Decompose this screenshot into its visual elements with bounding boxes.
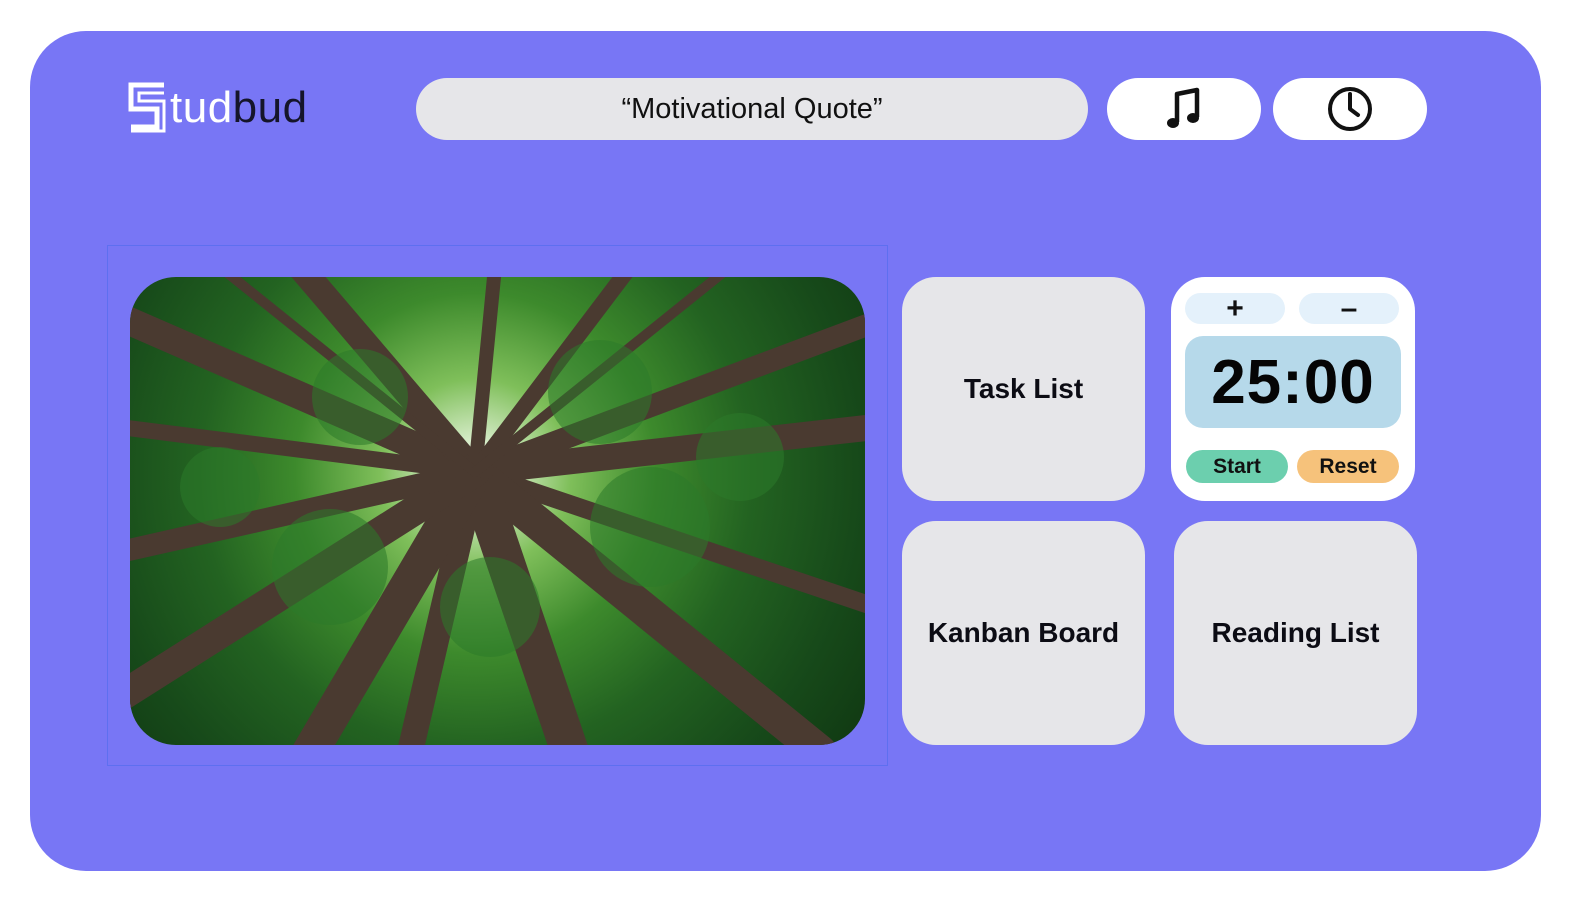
reading-list-label: Reading List	[1211, 617, 1380, 648]
logo-text-light: tud	[170, 83, 233, 132]
music-button[interactable]	[1107, 78, 1261, 140]
logo-wordmark: tudbud	[170, 86, 308, 130]
studbud-logo[interactable]: tudbud	[128, 80, 308, 136]
plus-icon: +	[1226, 291, 1244, 325]
reset-button[interactable]: Reset	[1297, 450, 1399, 483]
studbud-s-logo-icon	[128, 82, 166, 133]
timer-value: 25:00	[1211, 347, 1375, 417]
start-label: Start	[1213, 454, 1261, 478]
timer-display: 25:00	[1185, 336, 1401, 428]
logo-text-dark: bud	[232, 83, 308, 132]
timer-toggle-button[interactable]	[1273, 78, 1427, 140]
music-note-icon	[1167, 87, 1200, 128]
reset-label: Reset	[1319, 454, 1377, 478]
kanban-board-label: Kanban Board	[927, 617, 1120, 648]
tree-trunks-illustration	[130, 277, 865, 745]
clock-icon	[1328, 87, 1372, 131]
forest-canopy-image	[130, 277, 865, 745]
task-list-label: Task List	[963, 373, 1084, 404]
reading-list-tile[interactable]: Reading List	[1174, 521, 1417, 745]
pomodoro-timer-card: + – 25:00 Start Reset	[1171, 277, 1415, 501]
quote-text: “Motivational Quote”	[621, 92, 883, 125]
minus-icon: –	[1340, 291, 1358, 325]
kanban-board-tile[interactable]: Kanban Board	[902, 521, 1145, 745]
motivational-quote-bar: “Motivational Quote”	[416, 78, 1088, 140]
increase-time-button[interactable]: +	[1185, 293, 1285, 324]
start-button[interactable]: Start	[1186, 450, 1288, 483]
task-list-tile[interactable]: Task List	[902, 277, 1145, 501]
decrease-time-button[interactable]: –	[1299, 293, 1399, 324]
